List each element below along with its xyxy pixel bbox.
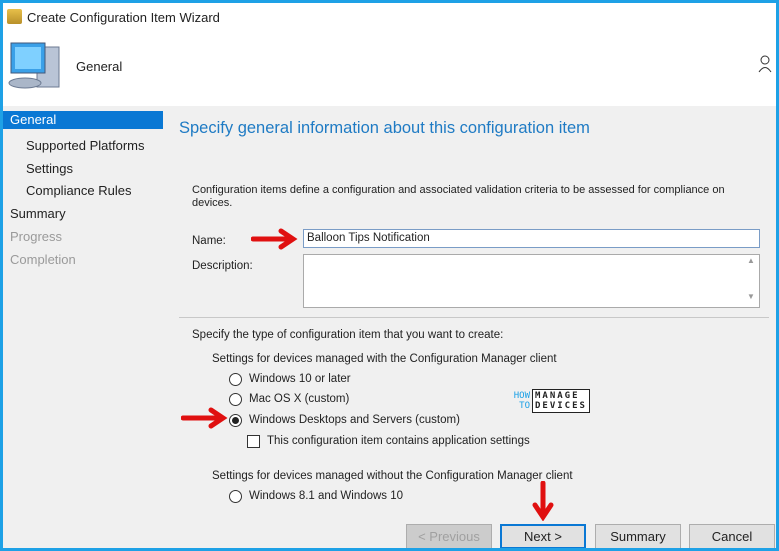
red-arrow-down-next	[532, 481, 554, 521]
client-group-label: Settings for devices managed with the Co…	[212, 353, 557, 365]
app-settings-checkbox[interactable]	[247, 435, 260, 448]
wizard-app-icon	[7, 9, 22, 24]
nav-item-summary[interactable]: Summary	[3, 205, 163, 223]
app-settings-label[interactable]: This configuration item contains applica…	[267, 435, 530, 447]
cancel-button[interactable]: Cancel	[689, 524, 775, 548]
radio-windows-desktops-servers[interactable]	[229, 414, 242, 427]
page-header-title: General	[76, 59, 123, 74]
red-arrow-right-name	[251, 228, 298, 250]
divider	[179, 317, 769, 318]
name-input[interactable]: Balloon Tips Notification	[303, 229, 760, 248]
wizard-header: General	[3, 31, 776, 106]
window-title: Create Configuration Item Wizard	[27, 10, 220, 25]
radio-windows-10-label[interactable]: Windows 10 or later	[249, 373, 351, 385]
logo-to: TO	[519, 401, 530, 411]
nav-item-general[interactable]: General	[3, 111, 163, 129]
description-textarea[interactable]: ▲ ▼	[303, 254, 760, 308]
radio-windows-81-10-label[interactable]: Windows 8.1 and Windows 10	[249, 490, 403, 502]
radio-mac-os-x[interactable]	[229, 393, 242, 406]
wizard-window: Create Configuration Item Wizard General…	[3, 3, 776, 548]
computer-icon	[7, 41, 63, 91]
nav-item-compliance-rules[interactable]: Compliance Rules	[3, 182, 163, 200]
logo-devices: DEVICES	[535, 401, 587, 411]
type-prompt: Specify the type of configuration item t…	[192, 329, 504, 341]
radio-windows-81-10[interactable]	[229, 490, 242, 503]
logo-how: HOW	[513, 391, 530, 401]
intro-text: Configuration items define a configurati…	[192, 184, 725, 209]
wizard-nav: General Supported Platforms Settings Com…	[3, 106, 165, 548]
summary-button[interactable]: Summary	[595, 524, 681, 548]
main-panel: Specify general information about this c…	[165, 106, 776, 548]
nav-item-supported-platforms[interactable]: Supported Platforms	[3, 137, 163, 155]
textarea-scrollbar[interactable]: ▲ ▼	[743, 255, 759, 307]
radio-mac-os-x-label[interactable]: Mac OS X (custom)	[249, 393, 349, 405]
title-bar: Create Configuration Item Wizard	[3, 3, 776, 31]
radio-windows-10[interactable]	[229, 373, 242, 386]
description-label: Description:	[192, 260, 253, 272]
nav-item-progress: Progress	[10, 229, 63, 244]
previous-button[interactable]: < Previous	[406, 524, 492, 548]
user-icon[interactable]	[758, 55, 774, 73]
nav-item-completion: Completion	[10, 252, 76, 267]
logo-manage: MANAGE	[535, 391, 580, 401]
radio-windows-desktops-servers-label[interactable]: Windows Desktops and Servers (custom)	[249, 414, 460, 426]
red-arrow-right-option	[181, 407, 228, 429]
next-button[interactable]: Next >	[500, 524, 586, 548]
noclient-group-label: Settings for devices managed without the…	[212, 470, 573, 482]
nav-item-settings[interactable]: Settings	[3, 160, 163, 178]
name-label: Name:	[192, 235, 226, 247]
page-heading: Specify general information about this c…	[179, 119, 590, 137]
